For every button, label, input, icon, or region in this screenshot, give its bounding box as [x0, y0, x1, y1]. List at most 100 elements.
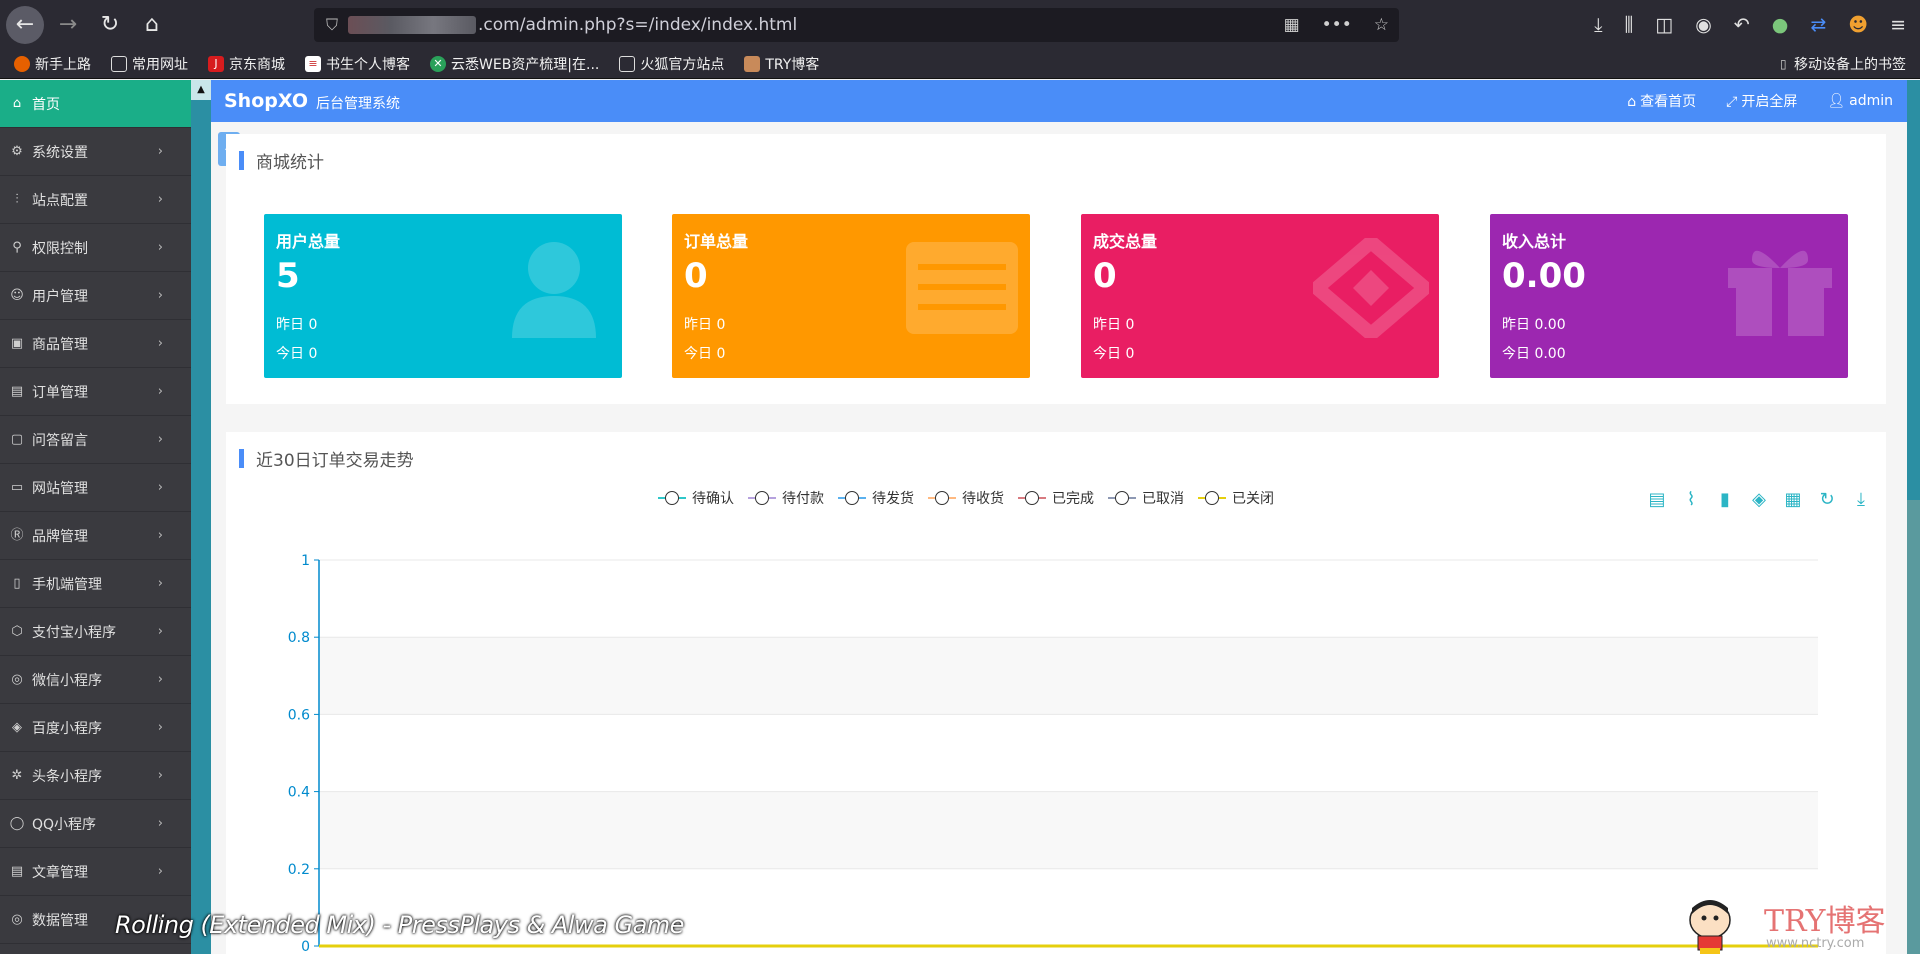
sidebar-item[interactable]: ◎ 微信小程序 › — [0, 656, 191, 704]
chevron-right-icon: › — [157, 240, 163, 255]
sidebar-item[interactable]: ▤ 文章管理 › — [0, 848, 191, 896]
stat-yesterday: 昨日 0.00 — [1502, 317, 1566, 333]
chevron-right-icon: › — [157, 864, 163, 879]
bookmark-item[interactable]: ≡ 书生个人博客 — [305, 54, 410, 74]
gift-icon — [1722, 238, 1838, 338]
stat-card: 收入总计 0.00 昨日 0.00 今日 0.00 — [1490, 214, 1848, 378]
sidebar-item[interactable]: ✲ 头条小程序 › — [0, 752, 191, 800]
scroll-thumb[interactable] — [1907, 80, 1920, 500]
bookmark-item[interactable]: J 京东商城 — [208, 54, 285, 74]
stat-label: 用户总量 — [276, 232, 341, 251]
y-tick-label: 0.4 — [288, 785, 310, 801]
grid-band — [319, 714, 1818, 792]
sidebar-icon[interactable]: ◫ — [1655, 14, 1673, 36]
brand-logo[interactable]: ShopXO — [224, 90, 308, 112]
url-text: .com/admin.php?s=/index/index.html — [478, 15, 798, 35]
sidebar-item[interactable]: ▣ 商品管理 › — [0, 320, 191, 368]
shop-icon: ▣ — [10, 335, 24, 351]
bookmark-item[interactable]: 常用网址 — [111, 54, 188, 74]
reload-button[interactable]: ↻ — [92, 7, 128, 43]
sidebar-item[interactable]: ▭ 网站管理 › — [0, 464, 191, 512]
view-home-link[interactable]: ⌂ 查看首页 — [1627, 91, 1696, 111]
stat-yesterday: 昨日 0 — [1093, 317, 1135, 333]
sidebar-item-label: 百度小程序 — [32, 720, 102, 737]
stat-value: 0 — [684, 256, 708, 296]
sidebar-item-label: 用户管理 — [32, 288, 88, 305]
bookmarks-bar: 新手上路 常用网址 J 京东商城 ≡ 书生个人博客 ✕ 云悉WEB资产梳理|在... … — [0, 49, 1920, 79]
mobile-bookmarks[interactable]: ▯ 移动设备上的书签 — [1780, 49, 1906, 79]
extension-green-icon[interactable]: ● — [1772, 14, 1789, 36]
page-scrollbar[interactable] — [1907, 80, 1920, 954]
sidebar-item[interactable]: ▯ 手机端管理 › — [0, 560, 191, 608]
star-icon[interactable]: ☆ — [1374, 15, 1389, 35]
arrow-left-icon: ← — [15, 12, 35, 37]
folder-icon — [111, 55, 127, 72]
fullscreen-link[interactable]: ⤢ 开启全屏 — [1726, 91, 1797, 111]
more-icon[interactable]: ••• — [1322, 15, 1352, 35]
sidebar: ⌂ 首页 ⚙ 系统设置 › ⫶ 站点配置 › ⚲ 权限控制 › ☺ 用户管理 › ▣ 商品管理 › ▤ 订单管理 › ▢… — [0, 80, 191, 954]
home-button[interactable]: ⌂ — [134, 7, 170, 43]
library-icon[interactable]: ⫼ — [1625, 14, 1634, 36]
stat-yesterday: 昨日 0 — [276, 317, 318, 333]
sidebar-item-label: 微信小程序 — [32, 672, 102, 689]
try-blog-logo: TRY博客 www.nctry.com — [1680, 892, 1890, 954]
grid-band — [319, 560, 1818, 638]
database-icon: ◎ — [11, 911, 23, 927]
sidebar-item[interactable]: ⌂ 首页 — [0, 80, 191, 128]
jd-icon: J — [208, 55, 224, 72]
sidebar-item[interactable]: ⚲ 权限控制 › — [0, 224, 191, 272]
scroll-up-icon[interactable]: ▲ — [191, 80, 211, 100]
sidebar-item[interactable]: ⚙ 系统设置 › — [0, 128, 191, 176]
bookmark-item[interactable]: 火狐官方站点 — [619, 54, 724, 74]
users-icon: ☺ — [10, 287, 24, 303]
download-icon[interactable]: ⤓ — [1594, 14, 1602, 36]
logo-text: TRY博客 — [1764, 904, 1886, 939]
back-button[interactable]: ← — [6, 5, 44, 44]
chevron-right-icon: › — [157, 528, 163, 543]
chevron-right-icon: › — [157, 192, 163, 207]
chevron-right-icon: › — [157, 720, 163, 735]
menu-icon[interactable]: ≡ — [1890, 14, 1906, 36]
admin-header: ShopXO 后台管理系统 ⌂ 查看首页 ⤢ 开启全屏 👤︎ admin — [211, 80, 1907, 122]
sidebar-item-label: 网站管理 — [32, 480, 88, 497]
sidebar-item[interactable]: Ⓡ 品牌管理 › — [0, 512, 191, 560]
sidebar-item[interactable]: ▢ 问答留言 › — [0, 416, 191, 464]
sidebar-item[interactable]: ◈ 百度小程序 › — [0, 704, 191, 752]
sidebar-item[interactable]: ⬡ 支付宝小程序 › — [0, 608, 191, 656]
sidebar-scrollbar[interactable]: ▲ — [191, 80, 211, 954]
forward-button[interactable]: → — [50, 7, 86, 43]
extension-monkey-icon[interactable]: ☻ — [1848, 14, 1868, 36]
chevron-right-icon: › — [157, 576, 163, 591]
sidebar-item-label: 数据管理 — [32, 912, 88, 929]
trend-panel: 近30日订单交易走势 待确认 待付款 待发货 待收货 已完成 已取消 已关闭 ▤ ⌇ ▮ ◈… — [226, 432, 1886, 954]
qq-icon: ◯ — [9, 815, 25, 831]
sidebar-item[interactable]: ▤ 订单管理 › — [0, 368, 191, 416]
sidebar-item[interactable]: ◯ QQ小程序 › — [0, 800, 191, 848]
stat-label: 订单总量 — [684, 232, 749, 251]
sidebar-item-label: 头条小程序 — [32, 768, 102, 785]
sidebar-item-label: 品牌管理 — [32, 528, 88, 545]
stat-today: 今日 0 — [276, 346, 318, 362]
chevron-right-icon: › — [157, 336, 163, 351]
account-icon[interactable]: ◉ — [1695, 14, 1712, 36]
try-blog-icon — [744, 55, 761, 72]
grid-band — [319, 637, 1818, 715]
bookmark-item[interactable]: TRY博客 — [744, 54, 819, 74]
sidebar-item[interactable]: ☺ 用户管理 › — [0, 272, 191, 320]
sidebar-item-label: QQ小程序 — [32, 816, 97, 833]
browser-toolbar: ← → ↻ ⌂ ⛉ .com/admin.php?s=/index/index.… — [0, 0, 1920, 49]
redacted-domain — [348, 16, 477, 34]
user-menu[interactable]: 👤︎ admin — [1827, 93, 1893, 109]
reload-icon: ↻ — [100, 12, 120, 37]
url-bar[interactable]: ⛉ .com/admin.php?s=/index/index.html ▦ •… — [314, 8, 1399, 42]
chevron-right-icon: › — [157, 816, 163, 831]
qr-code-icon[interactable]: ▦ — [1284, 15, 1300, 35]
sidebar-item-label: 订单管理 — [32, 384, 88, 401]
undo-icon[interactable]: ↶ — [1734, 14, 1750, 36]
sidebar-item[interactable]: ⫶ 站点配置 › — [0, 176, 191, 224]
bookmark-item[interactable]: 新手上路 — [14, 54, 91, 74]
sidebar-item-label: 权限控制 — [32, 240, 88, 257]
bookmark-item[interactable]: ✕ 云悉WEB资产梳理|在... — [430, 54, 599, 74]
chevron-right-icon: › — [157, 624, 163, 639]
extension-sync-icon[interactable]: ⇄ — [1810, 14, 1826, 36]
